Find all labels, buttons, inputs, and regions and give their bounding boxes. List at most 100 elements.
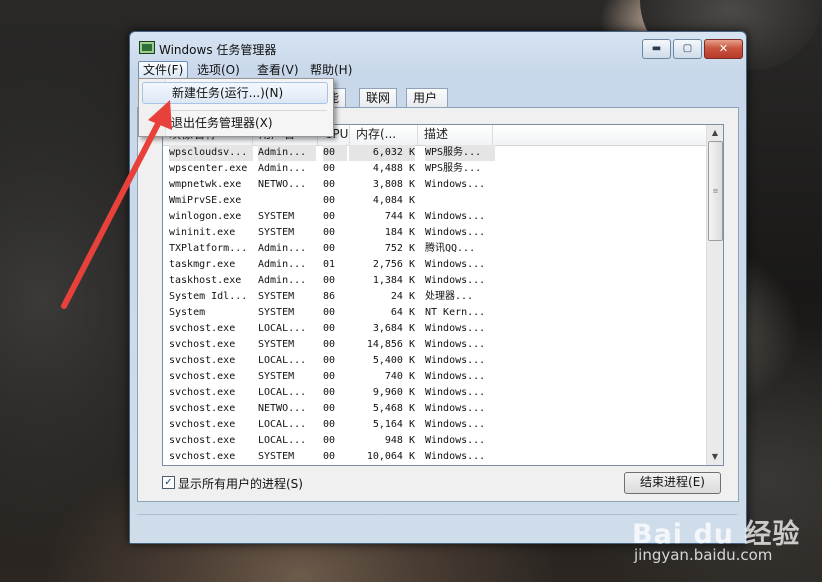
scroll-up-icon[interactable]: ▲ — [707, 125, 723, 141]
cell-cpu: 00 — [323, 451, 336, 462]
table-row[interactable]: svchost.exe LOCAL... 00 948 K Windows... — [163, 433, 706, 449]
end-process-button[interactable]: 结束进程(E) — [624, 472, 721, 494]
column-description[interactable]: 描述 — [418, 125, 493, 145]
menu-view[interactable]: 查看(V) — [253, 61, 303, 79]
table-row[interactable]: System Idl... SYSTEM 86 24 K 处理器... — [163, 289, 706, 305]
cell-image-name: svchost.exe — [169, 435, 236, 446]
cell-user-name: Admin... — [258, 163, 307, 174]
table-row[interactable]: wininit.exe SYSTEM 00 184 K Windows... — [163, 225, 706, 241]
scroll-down-icon[interactable]: ▼ — [707, 449, 723, 465]
table-row[interactable]: svchost.exe LOCAL... 00 9,960 K Windows... — [163, 385, 706, 401]
cell-cpu: 00 — [323, 195, 336, 206]
table-row[interactable]: svchost.exe SYSTEM 00 10,064 K Windows... — [163, 449, 706, 465]
cell-user-name: SYSTEM — [258, 227, 295, 238]
table-row[interactable]: wmpnetwk.exe NETWO... 00 3,808 K Windows... — [163, 177, 706, 193]
cell-user-name: SYSTEM — [258, 211, 295, 222]
cell-description: 腾讯QQ... — [425, 243, 476, 254]
table-row[interactable]: svchost.exe LOCAL... 00 3,684 K Windows... — [163, 321, 706, 337]
cell-memory: 1,384 K — [372, 275, 415, 286]
menu-item-exit[interactable]: 退出任务管理器(X) — [142, 112, 328, 134]
tab-users[interactable]: 用户 — [406, 88, 449, 108]
cell-user-name: SYSTEM — [258, 307, 295, 318]
table-row[interactable]: svchost.exe LOCAL... 00 5,400 K Windows... — [163, 353, 706, 369]
close-button[interactable]: ✕ — [704, 39, 743, 59]
table-row[interactable]: svchost.exe NETWO... 00 5,468 K Windows... — [163, 401, 706, 417]
cell-user-name: Admin... — [258, 259, 307, 270]
file-menu-dropdown: 新建任务(运行...)(N) 退出任务管理器(X) — [138, 78, 334, 137]
cell-description: Windows... — [425, 451, 486, 462]
cell-user-name: Admin... — [258, 243, 307, 254]
cell-description: Windows... — [425, 259, 486, 270]
cell-image-name: svchost.exe — [169, 323, 236, 334]
processes-panel: 映像名称 用户名 CPU 内存(... 描述 wpscloudsv...Admi… — [137, 107, 739, 502]
title-bar[interactable]: Windows 任务管理器 ▬ ▢ ✕ — [130, 32, 746, 60]
cell-memory: 740 K — [384, 371, 415, 382]
cell-memory: 14,856 K — [366, 339, 415, 350]
cell-cpu: 00 — [323, 339, 336, 350]
cell-user-name: LOCAL... — [258, 323, 307, 334]
cell-description: Windows... — [425, 419, 486, 430]
table-row[interactable]: WmiPrvSE.exe 00 4,084 K — [163, 193, 706, 209]
cell-image-name: svchost.exe — [169, 355, 236, 366]
show-all-users-label[interactable]: 显示所有用户的进程(S) — [178, 475, 303, 492]
cell-description: Windows... — [425, 275, 486, 286]
cell-image-name: wininit.exe — [169, 227, 236, 238]
cell-cpu: 01 — [323, 259, 336, 270]
menu-separator — [169, 110, 327, 111]
cell-image-name: svchost.exe — [169, 419, 236, 430]
table-row[interactable]: TXPlatform... Admin... 00 752 K 腾讯QQ... — [163, 241, 706, 257]
table-row[interactable]: wpscloudsv... Admin... 00 6,032 K WPS服务... — [163, 145, 706, 161]
minimize-button[interactable]: ▬ — [642, 39, 671, 59]
menu-help[interactable]: 帮助(H) — [306, 61, 356, 79]
cell-image-name: winlogon.exe — [169, 211, 242, 222]
cell-memory: 744 K — [384, 211, 415, 222]
process-rows: wpscloudsv... Admin... 00 6,032 K WPS服务... wp… — [163, 145, 706, 465]
table-row[interactable]: svchost.exe SYSTEM 00 740 K Windows... — [163, 369, 706, 385]
cell-image-name: System — [169, 307, 206, 318]
cell-image-name: wpscenter.exe — [169, 163, 248, 174]
cell-memory: 3,684 K — [372, 323, 415, 334]
table-row[interactable]: svchost.exe LOCAL... 00 5,164 K Windows... — [163, 417, 706, 433]
cell-image-name: TXPlatform... — [169, 243, 248, 254]
cell-memory: 948 K — [384, 435, 415, 446]
column-memory[interactable]: 内存(... — [350, 125, 418, 145]
cell-image-name: svchost.exe — [169, 403, 236, 414]
tab-networking[interactable]: 联网 — [359, 88, 398, 108]
cell-user-name — [258, 193, 316, 209]
table-row[interactable]: taskmgr.exe Admin... 01 2,756 K Windows... — [163, 257, 706, 273]
cell-memory: 10,064 K — [366, 451, 415, 462]
scrollbar-thumb[interactable]: ≡ — [708, 141, 723, 241]
table-row[interactable]: svchost.exe SYSTEM 00 14,856 K Windows... — [163, 337, 706, 353]
cell-user-name: SYSTEM — [258, 291, 295, 302]
task-manager-icon — [139, 41, 155, 54]
cell-description: 处理器... — [425, 291, 474, 302]
menu-file[interactable]: 文件(F) — [138, 61, 189, 79]
cell-description: Windows... — [425, 403, 486, 414]
table-row[interactable]: wpscenter.exe Admin... 00 4,488 K WPS服务... — [163, 161, 706, 177]
cell-memory: 9,960 K — [372, 387, 415, 398]
cell-description: Windows... — [425, 179, 486, 190]
cell-image-name: WmiPrvSE.exe — [169, 195, 242, 206]
table-row[interactable]: winlogon.exe SYSTEM 00 744 K Windows... — [163, 209, 706, 225]
cell-image-name: taskmgr.exe — [169, 259, 236, 270]
cell-description: Windows... — [425, 211, 486, 222]
cell-cpu: 00 — [323, 227, 336, 238]
process-list[interactable]: 映像名称 用户名 CPU 内存(... 描述 wpscloudsv...Admi… — [162, 124, 724, 466]
cell-image-name: svchost.exe — [169, 451, 236, 462]
show-all-users-checkbox[interactable]: ✓ — [162, 476, 175, 489]
cell-description: Windows... — [425, 355, 486, 366]
table-row[interactable]: taskhost.exe Admin... 00 1,384 K Windows... — [163, 273, 706, 289]
menu-item-new-task[interactable]: 新建任务(运行...)(N) — [142, 82, 328, 104]
menu-options[interactable]: 选项(O) — [193, 61, 244, 79]
cell-image-name: svchost.exe — [169, 387, 236, 398]
cell-description: Windows... — [425, 227, 486, 238]
table-row[interactable]: System SYSTEM 00 64 K NT Kern... — [163, 305, 706, 321]
cell-memory: 184 K — [384, 227, 415, 238]
cell-cpu: 00 — [323, 419, 336, 430]
cell-description: WPS服务... — [425, 163, 482, 174]
cell-memory: 2,756 K — [372, 259, 415, 270]
cell-user-name: NETWO... — [258, 179, 307, 190]
maximize-button[interactable]: ▢ — [673, 39, 702, 59]
cell-user-name: NETWO... — [258, 403, 307, 414]
vertical-scrollbar[interactable]: ▲ ≡ ▼ — [706, 125, 723, 465]
